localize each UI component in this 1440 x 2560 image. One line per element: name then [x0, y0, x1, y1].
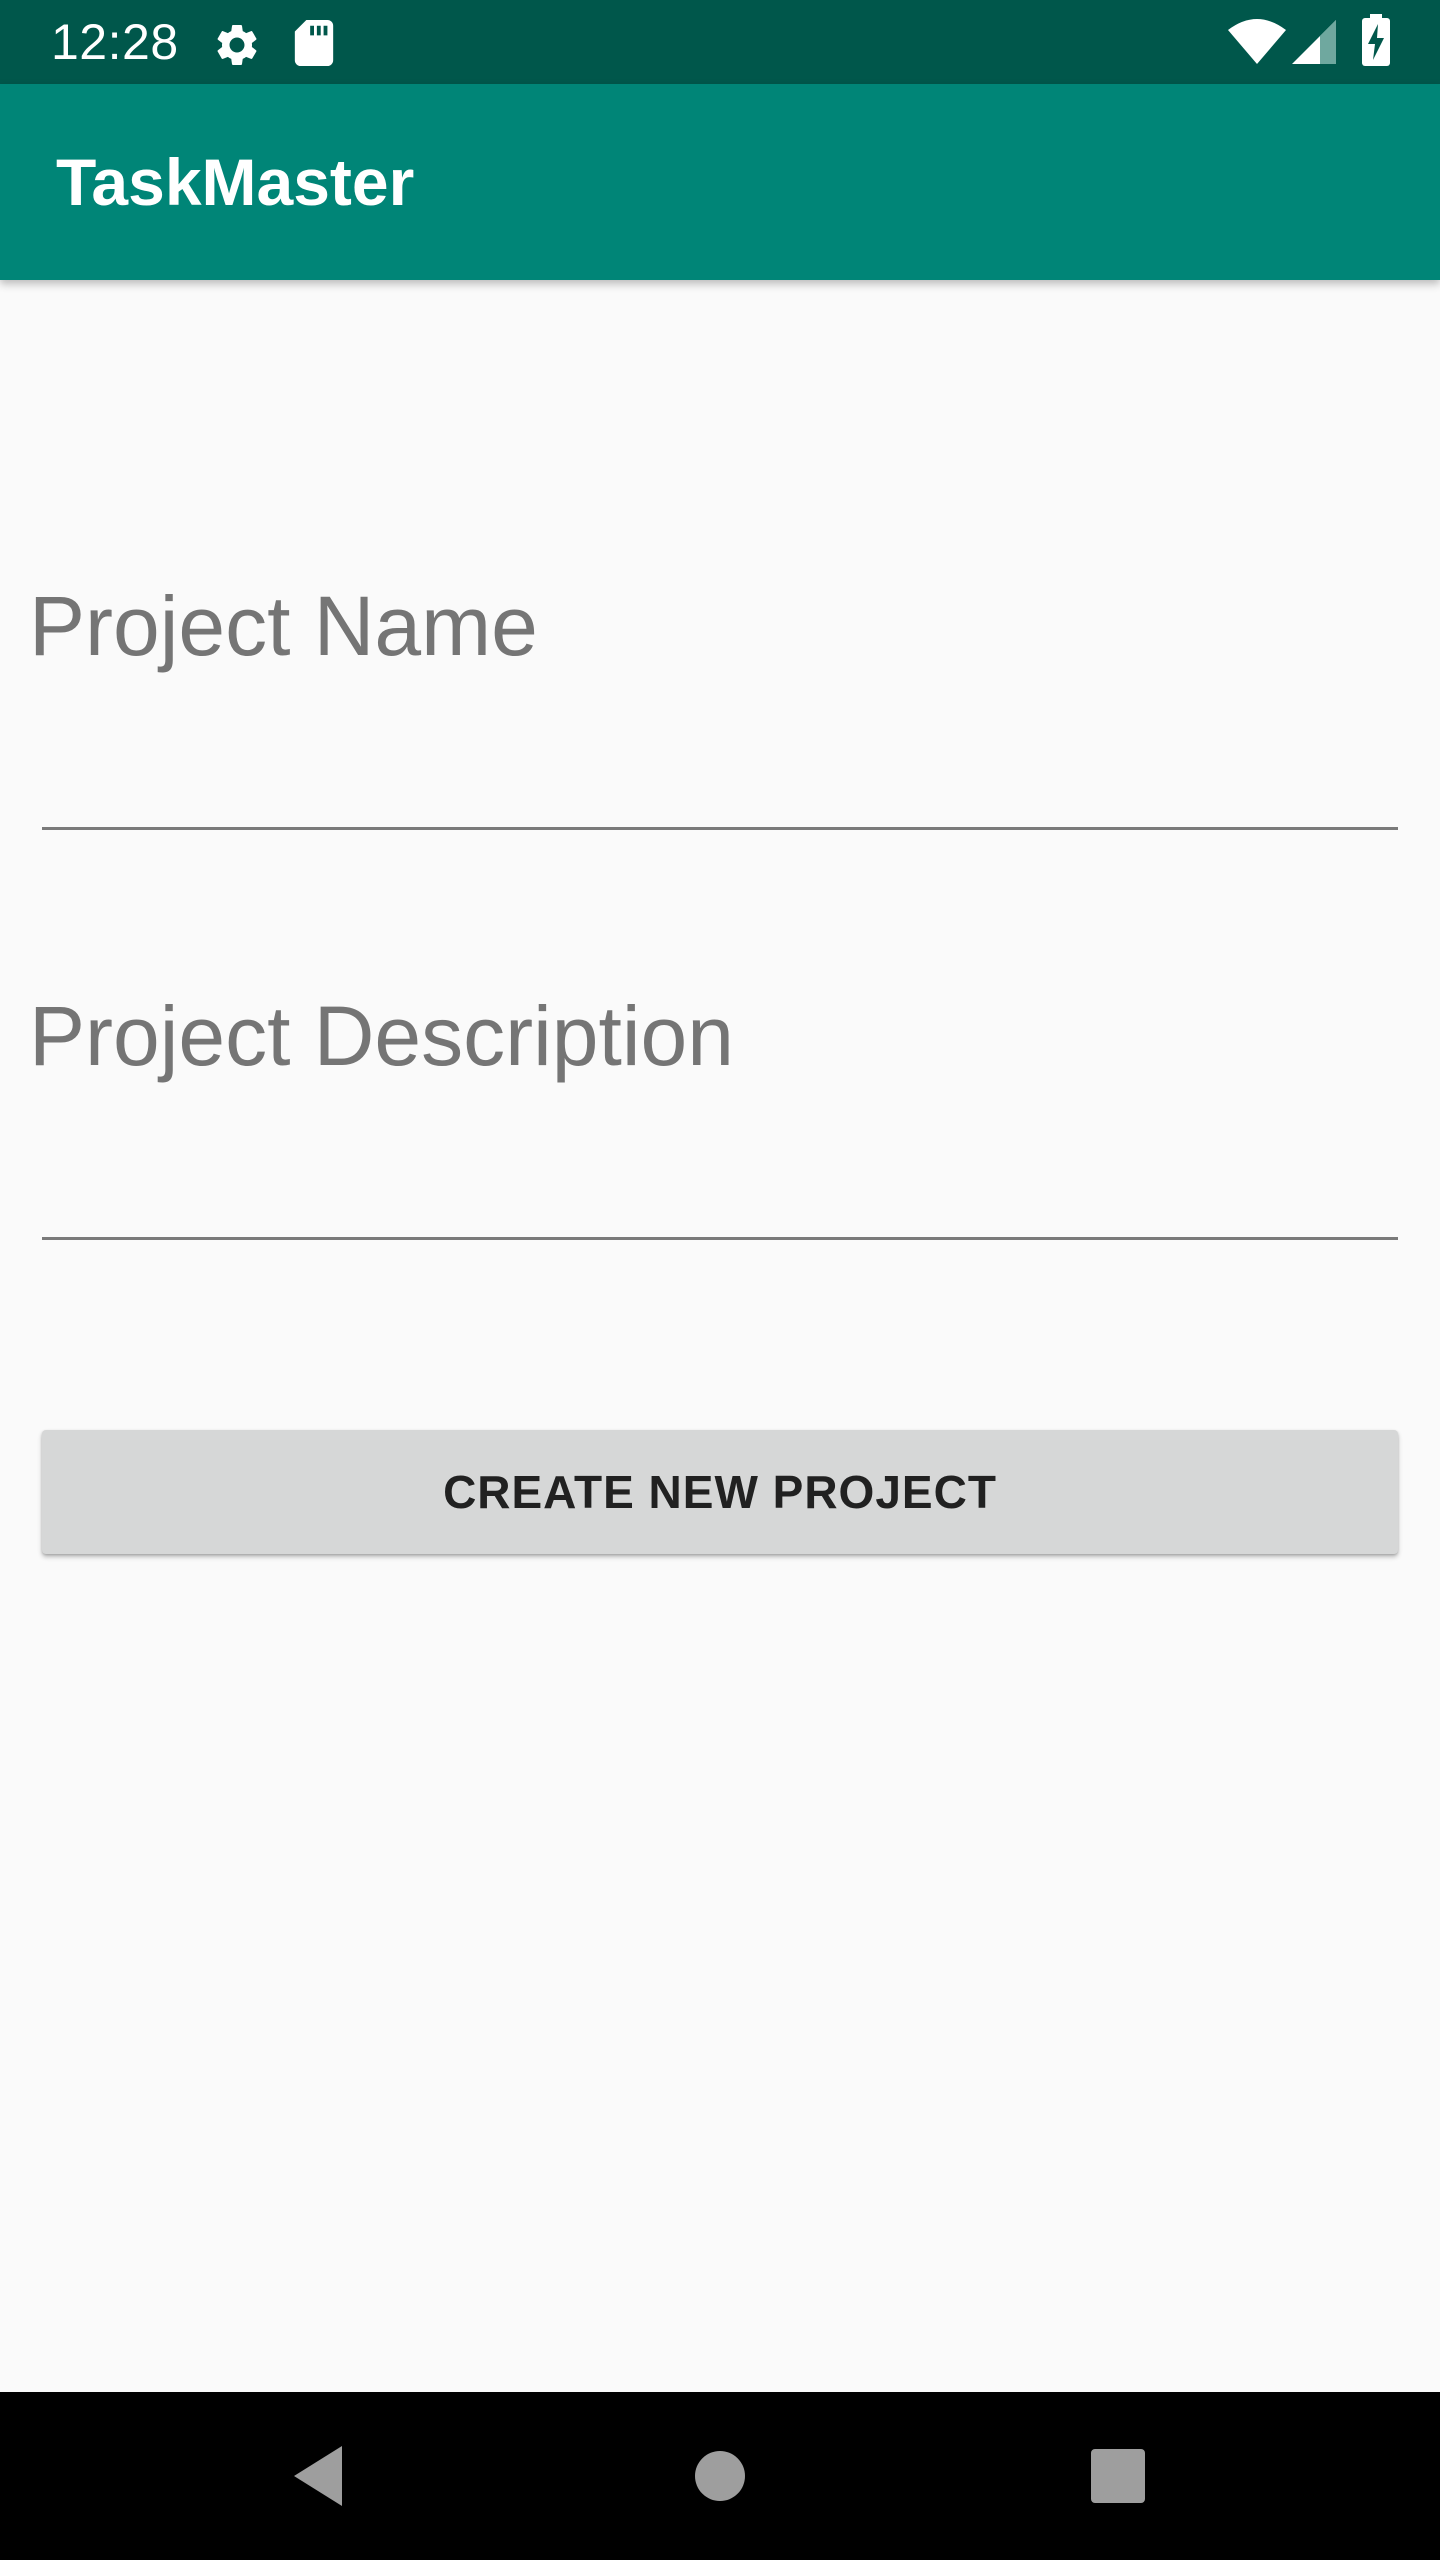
home-button[interactable] [620, 2392, 820, 2560]
project-description-underline [42, 1237, 1398, 1240]
navigation-bar [0, 2392, 1440, 2560]
back-button[interactable] [218, 2392, 418, 2560]
settings-gear-icon [217, 24, 257, 66]
project-name-field[interactable]: Project Name [0, 560, 1440, 860]
wifi-icon [1228, 19, 1286, 64]
home-icon [695, 2451, 745, 2501]
status-bar: 12:28 [0, 0, 1440, 84]
project-description-input[interactable]: Project Description [29, 986, 734, 1086]
create-new-project-label: CREATE NEW PROJECT [443, 1466, 997, 1518]
sd-card-icon [294, 20, 334, 66]
app-title: TaskMaster [56, 145, 415, 219]
recents-icon [1091, 2449, 1145, 2503]
screen: 12:28 TaskMaster Project Name Project De… [0, 0, 1440, 2560]
create-new-project-button[interactable]: CREATE NEW PROJECT [42, 1430, 1398, 1554]
recents-button[interactable] [1018, 2392, 1218, 2560]
project-name-input[interactable]: Project Name [29, 576, 538, 676]
app-bar: TaskMaster [0, 84, 1440, 280]
project-description-field[interactable]: Project Description [0, 970, 1440, 1270]
battery-charging-icon [1362, 14, 1390, 66]
project-name-underline [42, 827, 1398, 830]
cellular-signal-icon [1292, 20, 1336, 64]
status-time: 12:28 [51, 14, 179, 70]
back-icon [294, 2446, 342, 2506]
